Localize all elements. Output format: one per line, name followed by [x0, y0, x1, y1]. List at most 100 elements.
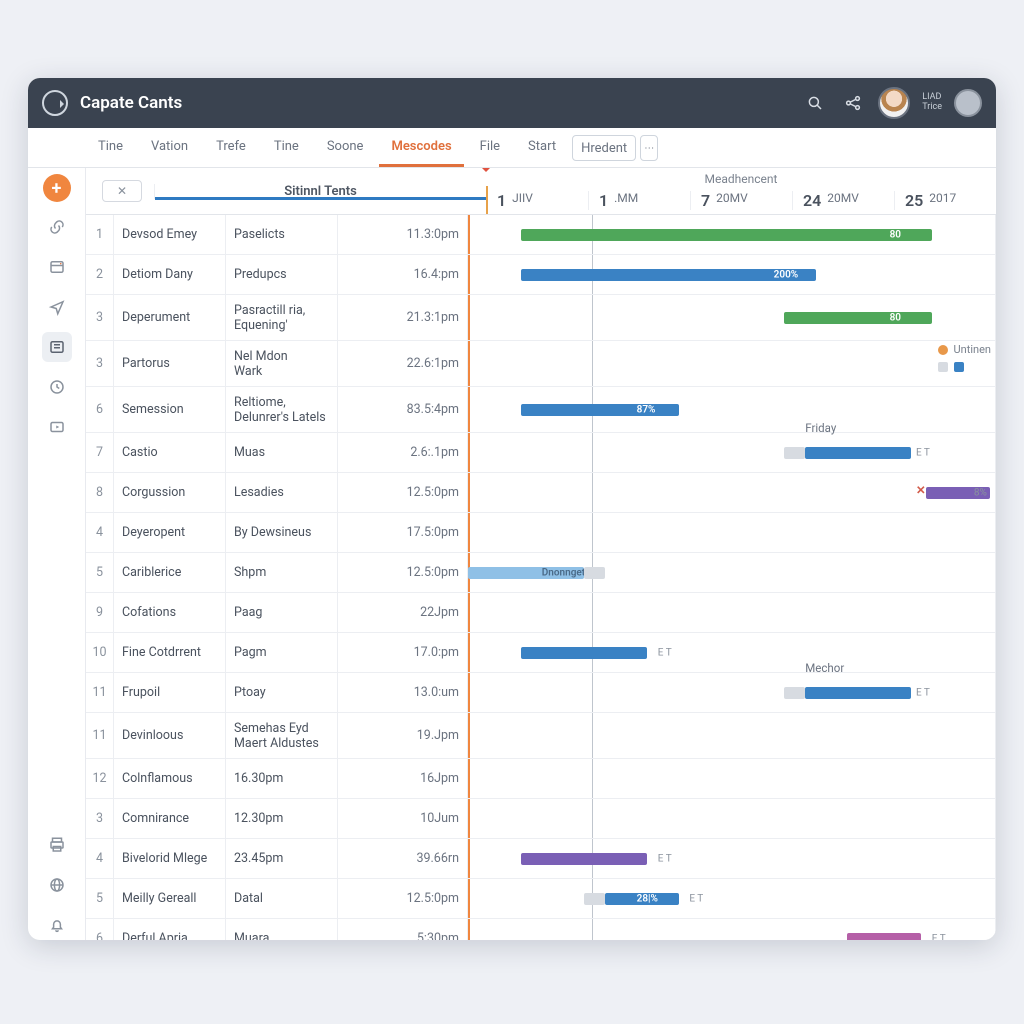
sidebar: + — [28, 168, 86, 940]
row-number: 11 — [86, 673, 114, 712]
table-row[interactable]: 10Fine CotdrrentPagm17.0:pmE T — [86, 633, 996, 673]
timeline-title: Meadhencent — [486, 168, 996, 186]
row-category: Reltiome,Delunrer's Latels — [226, 387, 338, 432]
timeline-scale[interactable]: 1JIIV1.MM720MV2420MV252017 — [486, 186, 996, 214]
gantt-bar[interactable] — [521, 853, 647, 865]
table-row[interactable]: 12Colnflamous16.30pm16Jpm — [86, 759, 996, 799]
gantt-bar[interactable] — [784, 312, 932, 324]
avatar-primary[interactable] — [878, 87, 910, 119]
gantt-bar[interactable] — [805, 447, 910, 459]
row-gantt[interactable]: Dnonngetbt. — [468, 553, 996, 592]
row-gantt[interactable]: 28|%E T — [468, 879, 996, 918]
gantt-bar[interactable] — [584, 893, 605, 905]
row-time: 22.6:1pm — [338, 341, 468, 386]
row-name: Corgussion — [114, 473, 226, 512]
table-row[interactable]: 1Devsod EmeyPaselicts11.3:0pm80 — [86, 215, 996, 255]
table-row[interactable]: 6Derful ApriaMuara5:30pmE T — [86, 919, 996, 940]
gantt-bar[interactable] — [521, 269, 816, 281]
tab-mescodes[interactable]: Mescodes — [379, 128, 463, 167]
table-row[interactable]: 3Comnirance12.30pm10Jum — [86, 799, 996, 839]
table-row[interactable]: 8CorgussionLesadies12.5:0pm8%✕ — [86, 473, 996, 513]
row-gantt[interactable] — [468, 759, 996, 798]
gantt-bar[interactable] — [468, 567, 584, 579]
notifications-icon[interactable] — [42, 910, 72, 940]
table-row[interactable]: 4Bivelorid Mlege23.45pm39.66rnE T — [86, 839, 996, 879]
gantt-grid[interactable]: 1Devsod EmeyPaselicts11.3:0pm802Detiom D… — [86, 215, 996, 940]
gantt-bar[interactable] — [784, 687, 805, 699]
gantt-bar[interactable] — [784, 447, 805, 459]
tab-more[interactable]: ⋯ — [640, 135, 658, 161]
close-panel-button[interactable]: ✕ — [102, 180, 142, 202]
row-category: Paag — [226, 593, 338, 632]
projects-icon[interactable] — [42, 252, 72, 282]
gantt-bar[interactable] — [521, 647, 647, 659]
row-gantt[interactable]: E TMechor — [468, 673, 996, 712]
row-category: Paselicts — [226, 215, 338, 254]
row-category: Datal — [226, 879, 338, 918]
row-gantt[interactable]: E T — [468, 839, 996, 878]
tab-hredent[interactable]: Hredent — [572, 135, 636, 161]
table-row[interactable]: 11DevinloousSemehas EydMaert Aldustes19.… — [86, 713, 996, 759]
table-row[interactable]: 3PartorusNel MdonWark22.6:1pmUntinen — [86, 341, 996, 387]
today-line — [592, 673, 593, 712]
row-gantt[interactable]: 200% — [468, 255, 996, 294]
row-gantt[interactable]: 87% — [468, 387, 996, 432]
link-icon[interactable] — [42, 212, 72, 242]
timeline-icon[interactable] — [42, 332, 72, 362]
today-line — [592, 341, 593, 386]
gantt-bar[interactable] — [847, 933, 921, 941]
row-gantt[interactable]: E T — [468, 919, 996, 940]
table-row[interactable]: 3DeperumentPasractill ria,Equening'21.3:… — [86, 295, 996, 341]
table-row[interactable]: 4DeyeropentBy Dewsineus17.5:0pm — [86, 513, 996, 553]
search-icon[interactable] — [802, 90, 828, 116]
tab-soone[interactable]: Soone — [315, 128, 376, 167]
tab-start[interactable]: Start — [516, 128, 568, 167]
left-tab-active[interactable]: Sitinnl Tents — [154, 184, 486, 199]
row-gantt[interactable] — [468, 799, 996, 838]
table-row[interactable]: 6SemessionReltiome,Delunrer's Latels83.5… — [86, 387, 996, 433]
navigate-icon[interactable] — [42, 292, 72, 322]
row-gantt[interactable] — [468, 513, 996, 552]
row-time: 2.6:.1pm — [338, 433, 468, 472]
table-row[interactable]: 7CastioMuas2.6:.1pmE TFriday — [86, 433, 996, 473]
row-time: 17.5:0pm — [338, 513, 468, 552]
row-gantt[interactable]: E TFriday — [468, 433, 996, 472]
table-row[interactable]: 5Meilly GereallDatal12.5:0pm28|%E T — [86, 879, 996, 919]
row-time: 12.5:0pm — [338, 553, 468, 592]
gantt-label: Mechor — [805, 661, 844, 675]
today-line — [592, 433, 593, 472]
table-row[interactable]: 11FrupoilPtoay13.0:umE TMechor — [86, 673, 996, 713]
table-row[interactable]: 9CofationsPaag22Jpm — [86, 593, 996, 633]
table-row[interactable]: 2Detiom DanyPredupcs16.4:pm200% — [86, 255, 996, 295]
tab-tine[interactable]: Tine — [86, 128, 135, 167]
add-button[interactable]: + — [43, 174, 71, 202]
tab-vation[interactable]: Vation — [139, 128, 200, 167]
tab-tine2[interactable]: Tine — [262, 128, 311, 167]
grid-header-left: ✕ Sitinnl Tents — [86, 168, 486, 214]
gantt-bar[interactable] — [584, 567, 605, 579]
gantt-bar[interactable] — [605, 893, 679, 905]
row-gantt[interactable] — [468, 713, 996, 758]
gantt-bar[interactable] — [521, 404, 679, 416]
globe-icon[interactable] — [42, 870, 72, 900]
print-icon[interactable] — [42, 830, 72, 860]
media-icon[interactable] — [42, 412, 72, 442]
row-gantt[interactable]: 80 — [468, 215, 996, 254]
row-gantt[interactable]: 8%✕ — [468, 473, 996, 512]
tab-trefe[interactable]: Trefe — [204, 128, 258, 167]
share-icon[interactable] — [840, 90, 866, 116]
gantt-bar[interactable] — [521, 229, 932, 241]
row-gantt[interactable] — [468, 593, 996, 632]
row-gantt[interactable]: 80 — [468, 295, 996, 340]
avatar-secondary[interactable] — [954, 89, 982, 117]
history-icon[interactable] — [42, 372, 72, 402]
row-gantt[interactable]: E T — [468, 633, 996, 672]
table-row[interactable]: 5CariblericeShpm12.5:0pmDnonngetbt. — [86, 553, 996, 593]
gantt-bar[interactable] — [805, 687, 910, 699]
today-marker-flag-icon — [480, 168, 492, 178]
row-gantt[interactable]: Untinen — [468, 341, 996, 386]
user-line2: Trice — [922, 102, 942, 112]
tab-file[interactable]: File — [468, 128, 512, 167]
row-number: 6 — [86, 919, 114, 940]
row-category: By Dewsineus — [226, 513, 338, 552]
